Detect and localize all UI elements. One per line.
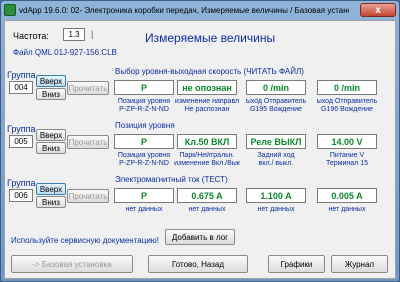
group-down-button[interactable]: Вниз [36,88,66,100]
value-caption-1: нет данных [125,206,163,213]
value-caption-1: Позиция уровня P-ZP-R-Z-N-ND [117,152,171,167]
page-title: Измеряемые величины [145,31,276,45]
group-up-button[interactable]: Вверх [36,75,66,87]
value-box-2: не опознан [177,80,237,95]
value-box-1: P [114,188,174,203]
value-box-3: 1.100 A [246,188,306,203]
group-read-button[interactable]: Прочитать [67,135,109,149]
frequency-label: Частота: [13,31,49,41]
value-caption-4: Питание V Терминал 15 [326,152,368,167]
group-label: Группа [7,70,36,80]
group-number[interactable]: 005 [9,135,33,148]
group-down-button[interactable]: Вниз [36,196,66,208]
group-up-button[interactable]: Вверх [36,183,66,195]
value-box-3: Реле ВЫКЛ [246,134,306,149]
group-read-button[interactable]: Прочитать [67,189,109,203]
done-back-button[interactable]: Готово, Назад [148,255,248,273]
value-caption-3: нет данных [257,206,295,213]
journal-button[interactable]: Журнал [331,255,388,273]
close-button[interactable]: x [360,3,396,17]
value-box-3: 0 /min [246,80,306,95]
basic-setup-button[interactable]: -> Базовая установка [11,255,133,273]
value-caption-4: нет данных [328,206,366,213]
frequency-separator: | [91,29,94,39]
add-to-log-button[interactable]: Добавить в лог [165,229,235,245]
app-icon [4,4,16,16]
group-read-button[interactable]: Прочитать [67,81,109,95]
value-box-2: Кл.50 ВКЛ [177,134,237,149]
frequency-value: 1.3 [63,28,85,41]
group-number[interactable]: 006 [9,189,33,202]
file-label: Файл QML 01J-927-156.CLB [13,48,117,57]
app-window: vdApp 19.6.0: 02- Электроника коробки пе… [0,0,400,282]
value-caption-3: Задний ход вкл./ выкл. [257,152,295,167]
group-down-button[interactable]: Вниз [36,142,66,154]
graphs-button[interactable]: Графики [268,255,325,273]
value-caption-4: ыход Отправитель G196 Вождение [316,98,378,113]
group-title: Выбор уровня-выходная скорость (ЧИТАТЬ Ф… [115,67,304,76]
group-label: Группа [7,178,36,188]
title-bar[interactable]: vdApp 19.6.0: 02- Электроника коробки пе… [1,1,399,19]
group-title: Позиция уровня [115,121,175,130]
value-caption-2: нет данных [188,206,226,213]
group-number[interactable]: 004 [9,81,33,94]
value-caption-3: ыход Отправитель G195 Вождение [245,98,307,113]
value-box-4: 0.005 A [317,188,377,203]
value-box-2: 0.675 A [177,188,237,203]
window-title: vdApp 19.6.0: 02- Электроника коробки пе… [19,5,349,15]
service-doc-notice: Используйте сервисную документацию! [11,236,160,245]
value-box-1: P [114,134,174,149]
client-area: Частота: 1.3 | Измеряемые величины Файл … [4,20,396,279]
value-box-4: 14.00 V [317,134,377,149]
group-label: Группа [7,124,36,134]
group-title: Электромагнитный ток (ТЕСТ) [115,175,228,184]
group-up-button[interactable]: Вверх [36,129,66,141]
value-box-1: P [114,80,174,95]
value-caption-2: изменение направл Не распознан [174,98,240,113]
value-caption-2: Парк/Нейтральн. изменение Вкл./Вык [174,152,240,167]
value-box-4: 0 /min [317,80,377,95]
value-caption-1: Позиция уровня P-ZP-R-Z-N-ND [117,98,171,113]
